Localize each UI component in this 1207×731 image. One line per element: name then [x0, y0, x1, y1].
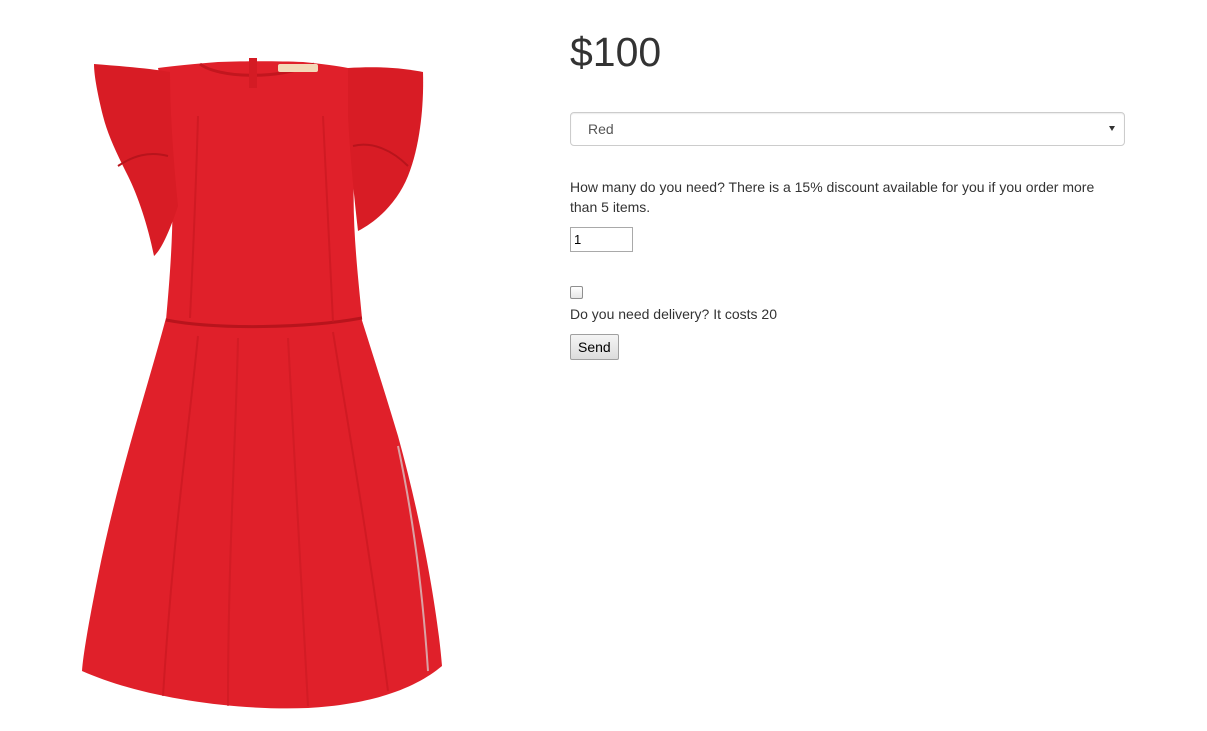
quantity-label: How many do you need? There is a 15% dis…	[570, 179, 1095, 215]
quantity-input[interactable]	[570, 227, 633, 252]
color-select-value: Red	[588, 121, 614, 137]
product-details: $100 Red How many do you need? There is …	[570, 28, 1130, 360]
delivery-checkbox[interactable]	[570, 286, 583, 299]
product-page: $100 Red How many do you need? There is …	[0, 0, 1207, 731]
chevron-down-icon	[1109, 126, 1115, 131]
price: $100	[570, 29, 662, 75]
color-select[interactable]: Red	[570, 112, 1125, 146]
dress-skirt	[82, 314, 442, 709]
product-image	[82, 58, 442, 709]
delivery-label: Do you need delivery? It costs 20	[570, 306, 778, 322]
dress-left-ruffle	[94, 64, 178, 256]
send-button[interactable]: Send	[570, 334, 619, 360]
